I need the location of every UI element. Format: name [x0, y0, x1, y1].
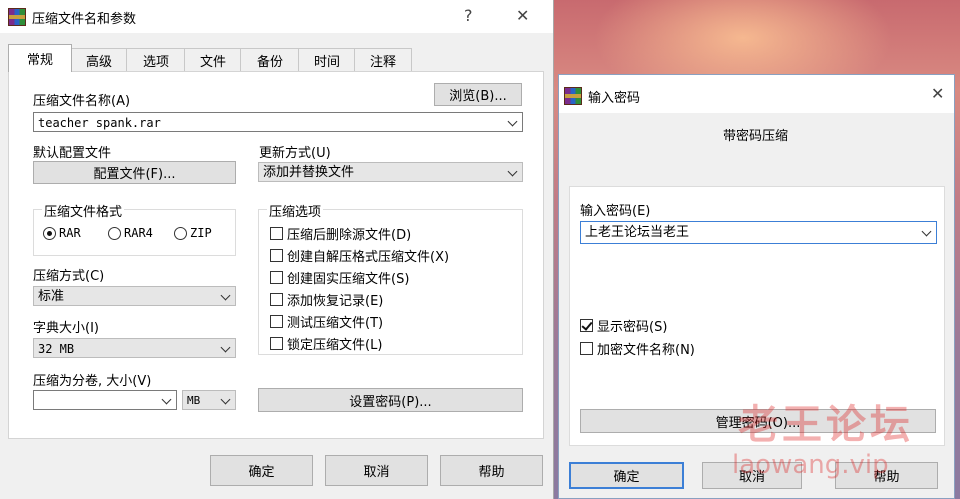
radio-indicator [108, 226, 121, 240]
radio-label: RAR4 [124, 226, 153, 240]
chevron-down-icon [507, 166, 518, 177]
tab-general[interactable]: 常规 [8, 44, 72, 72]
tab-comment[interactable]: 注释 [354, 48, 412, 71]
chevron-down-icon [220, 394, 231, 405]
checkbox-label: 添加恢复记录(E) [287, 294, 384, 309]
method-value: 标准 [38, 289, 65, 304]
watermark-text: 老王论坛 [738, 402, 914, 448]
winrar-icon [8, 8, 26, 26]
checkbox-label: 加密文件名称(N) [597, 343, 695, 358]
checkbox-box [270, 293, 283, 306]
method-label: 压缩方式(C) [33, 269, 105, 284]
profiles-button[interactable]: 配置文件(F)... [33, 161, 236, 184]
help-button[interactable]: 帮助 [440, 455, 543, 486]
dialog-heading: 带密码压缩 [723, 129, 789, 144]
ok-button[interactable]: 确定 [569, 462, 684, 489]
chevron-down-icon [220, 342, 231, 353]
chevron-down-icon [220, 290, 231, 301]
dict-select[interactable]: 32 MB [33, 338, 236, 358]
checkbox-box [580, 342, 593, 355]
password-value: 上老王论坛当老王 [585, 225, 690, 240]
checkbox-box [270, 271, 283, 284]
method-select[interactable]: 标准 [33, 286, 236, 306]
checkbox-label: 显示密码(S) [597, 320, 668, 335]
checkbox-label: 压缩后删除源文件(D) [287, 228, 412, 243]
split-label: 压缩为分卷, 大小(V) [33, 374, 152, 389]
delete-after-checkbox[interactable]: 压缩后删除源文件(D) [270, 224, 411, 243]
ok-button[interactable]: 确定 [210, 455, 313, 486]
password-label: 输入密码(E) [580, 204, 651, 219]
checkbox-label: 测试压缩文件(T) [287, 316, 384, 331]
set-password-button[interactable]: 设置密码(P)... [258, 388, 523, 412]
close-icon[interactable]: ✕ [931, 84, 944, 103]
dict-label: 字典大小(I) [33, 321, 99, 336]
winrar-icon [564, 87, 582, 105]
tab-options[interactable]: 选项 [126, 48, 186, 71]
checkbox-box [270, 227, 283, 240]
solid-checkbox[interactable]: 创建固实压缩文件(S) [270, 268, 409, 287]
show-password-checkbox[interactable]: 显示密码(S) [580, 316, 667, 335]
tab-time[interactable]: 时间 [298, 48, 356, 71]
radio-label: ZIP [190, 226, 212, 240]
radio-zip[interactable]: ZIP [174, 226, 212, 240]
password-input[interactable]: 上老王论坛当老王 [580, 221, 937, 244]
chevron-down-icon [921, 226, 932, 237]
close-icon[interactable]: ✕ [516, 6, 529, 25]
tab-files[interactable]: 文件 [184, 48, 242, 71]
radio-rar[interactable]: RAR [43, 226, 81, 240]
format-group-title: 压缩文件格式 [42, 201, 125, 220]
radio-indicator [43, 226, 56, 240]
encrypt-names-checkbox[interactable]: 加密文件名称(N) [580, 339, 695, 358]
options-group: 压缩选项 压缩后删除源文件(D) 创建自解压格式压缩文件(X) 创建固实压缩文件… [258, 201, 523, 355]
dict-value: 32 MB [38, 342, 75, 356]
title-bar: 压缩文件名和参数 ? ✕ [0, 0, 553, 33]
checkbox-box [270, 249, 283, 262]
update-mode-select[interactable]: 添加并替换文件 [258, 162, 523, 182]
default-profile-label: 默认配置文件 [33, 146, 112, 161]
archive-name-input[interactable]: teacher spank.rar [33, 112, 523, 132]
split-unit-value: MB [187, 394, 201, 407]
archive-name-value: teacher spank.rar [38, 116, 161, 130]
archive-options-dialog: 压缩文件名和参数 ? ✕ 常规 高级 选项 文件 备份 时间 注释 压缩文件名称… [0, 0, 554, 499]
dialog-title: 输入密码 [588, 91, 641, 106]
tab-advanced[interactable]: 高级 [70, 48, 128, 71]
checkbox-label: 创建自解压格式压缩文件(X) [287, 250, 450, 265]
checkbox-label: 创建固实压缩文件(S) [287, 272, 410, 287]
chevron-down-icon [507, 116, 518, 127]
lock-archive-checkbox[interactable]: 锁定压缩文件(L) [270, 334, 382, 353]
update-mode-value: 添加并替换文件 [263, 165, 355, 180]
browse-button[interactable]: 浏览(B)... [434, 83, 522, 106]
options-group-title: 压缩选项 [267, 201, 324, 220]
checkbox-label: 锁定压缩文件(L) [287, 338, 383, 353]
chevron-down-icon [161, 394, 172, 405]
sfx-checkbox[interactable]: 创建自解压格式压缩文件(X) [270, 246, 449, 265]
dialog-title: 压缩文件名和参数 [32, 12, 137, 27]
split-size-input[interactable] [33, 390, 177, 410]
update-mode-label: 更新方式(U) [259, 146, 331, 161]
cancel-button[interactable]: 取消 [325, 455, 428, 486]
split-unit-select[interactable]: MB [182, 390, 236, 410]
checkbox-box [580, 319, 593, 332]
radio-label: RAR [59, 226, 81, 240]
checkbox-box [270, 315, 283, 328]
recovery-record-checkbox[interactable]: 添加恢复记录(E) [270, 290, 383, 309]
tab-backup[interactable]: 备份 [240, 48, 300, 71]
test-archive-checkbox[interactable]: 测试压缩文件(T) [270, 312, 383, 331]
watermark-url: laowang.vip [732, 450, 889, 480]
title-bar: 输入密码 ✕ [559, 75, 954, 113]
format-group: 压缩文件格式 RAR RAR4 ZIP [33, 201, 236, 256]
help-icon[interactable]: ? [464, 6, 473, 25]
archive-name-label: 压缩文件名称(A) [33, 94, 131, 109]
checkbox-box [270, 337, 283, 350]
radio-rar4[interactable]: RAR4 [108, 226, 153, 240]
radio-indicator [174, 226, 187, 240]
